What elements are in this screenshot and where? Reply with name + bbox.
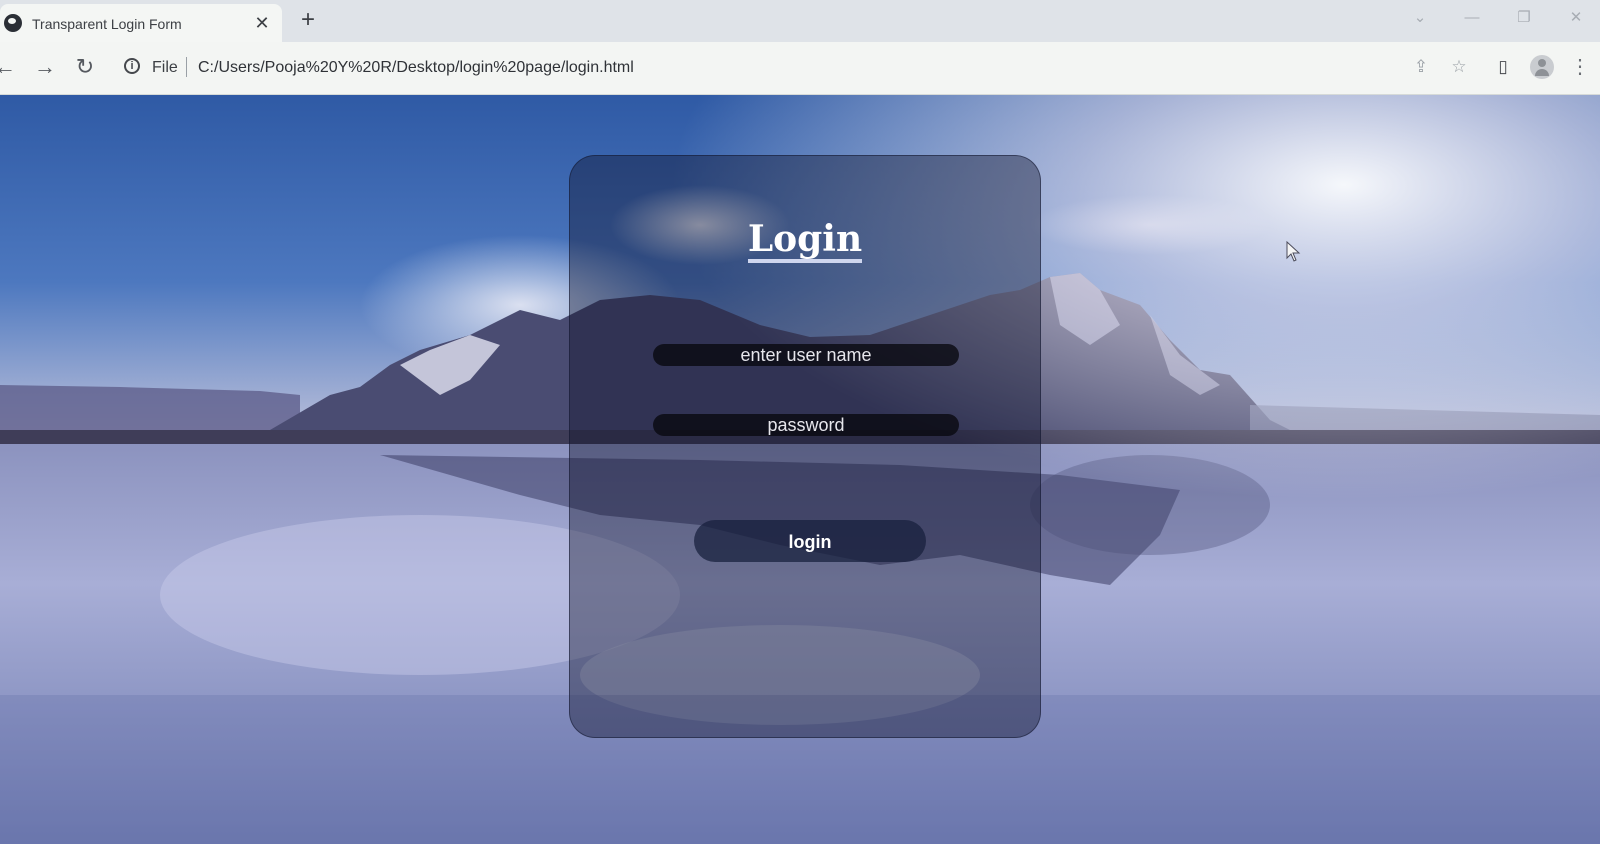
page-title: Login <box>570 218 1040 263</box>
login-button[interactable]: login <box>694 520 926 562</box>
reload-icon[interactable]: ↻ <box>72 54 98 80</box>
share-icon[interactable]: ⇪ <box>1410 56 1432 78</box>
profile-avatar-icon[interactable] <box>1530 55 1554 79</box>
close-window-button[interactable]: ✕ <box>1564 8 1588 28</box>
username-field[interactable] <box>653 344 959 366</box>
url-scheme-label[interactable]: File <box>152 59 178 77</box>
forward-arrow-icon[interactable]: → <box>32 54 58 80</box>
page-viewport: Login login <box>0 95 1600 844</box>
menu-dots-icon[interactable]: ⋮ <box>1570 56 1590 78</box>
browser-toolbar: ← → ↻ i File C:/Users/Pooja%20Y%20R/Desk… <box>0 42 1600 95</box>
side-panel-icon[interactable]: ▯ <box>1492 56 1514 78</box>
browser-tab[interactable]: Transparent Login Form ✕ <box>0 4 282 42</box>
new-tab-button[interactable]: + <box>296 8 320 32</box>
back-arrow-icon[interactable]: ← <box>0 54 18 80</box>
password-field[interactable] <box>653 414 959 436</box>
tab-title: Transparent Login Form <box>32 16 182 32</box>
bookmark-star-icon[interactable]: ☆ <box>1448 56 1470 78</box>
url-divider <box>186 57 187 77</box>
minimize-button[interactable]: — <box>1460 8 1484 28</box>
maximize-button[interactable]: ❐ <box>1512 8 1536 28</box>
close-tab-icon[interactable]: ✕ <box>252 13 272 33</box>
address-bar[interactable]: C:/Users/Pooja%20Y%20R/Desktop/login%20p… <box>198 59 634 77</box>
tab-search-chevron-icon[interactable]: ⌄ <box>1408 8 1432 28</box>
info-icon[interactable]: i <box>124 58 140 74</box>
globe-icon <box>4 14 22 32</box>
login-heading: Login <box>747 219 863 263</box>
mouse-cursor-icon <box>1286 241 1301 262</box>
tab-strip: Transparent Login Form ✕ + ⌄ — ❐ ✕ <box>0 0 1600 42</box>
login-card: Login login <box>569 155 1041 738</box>
